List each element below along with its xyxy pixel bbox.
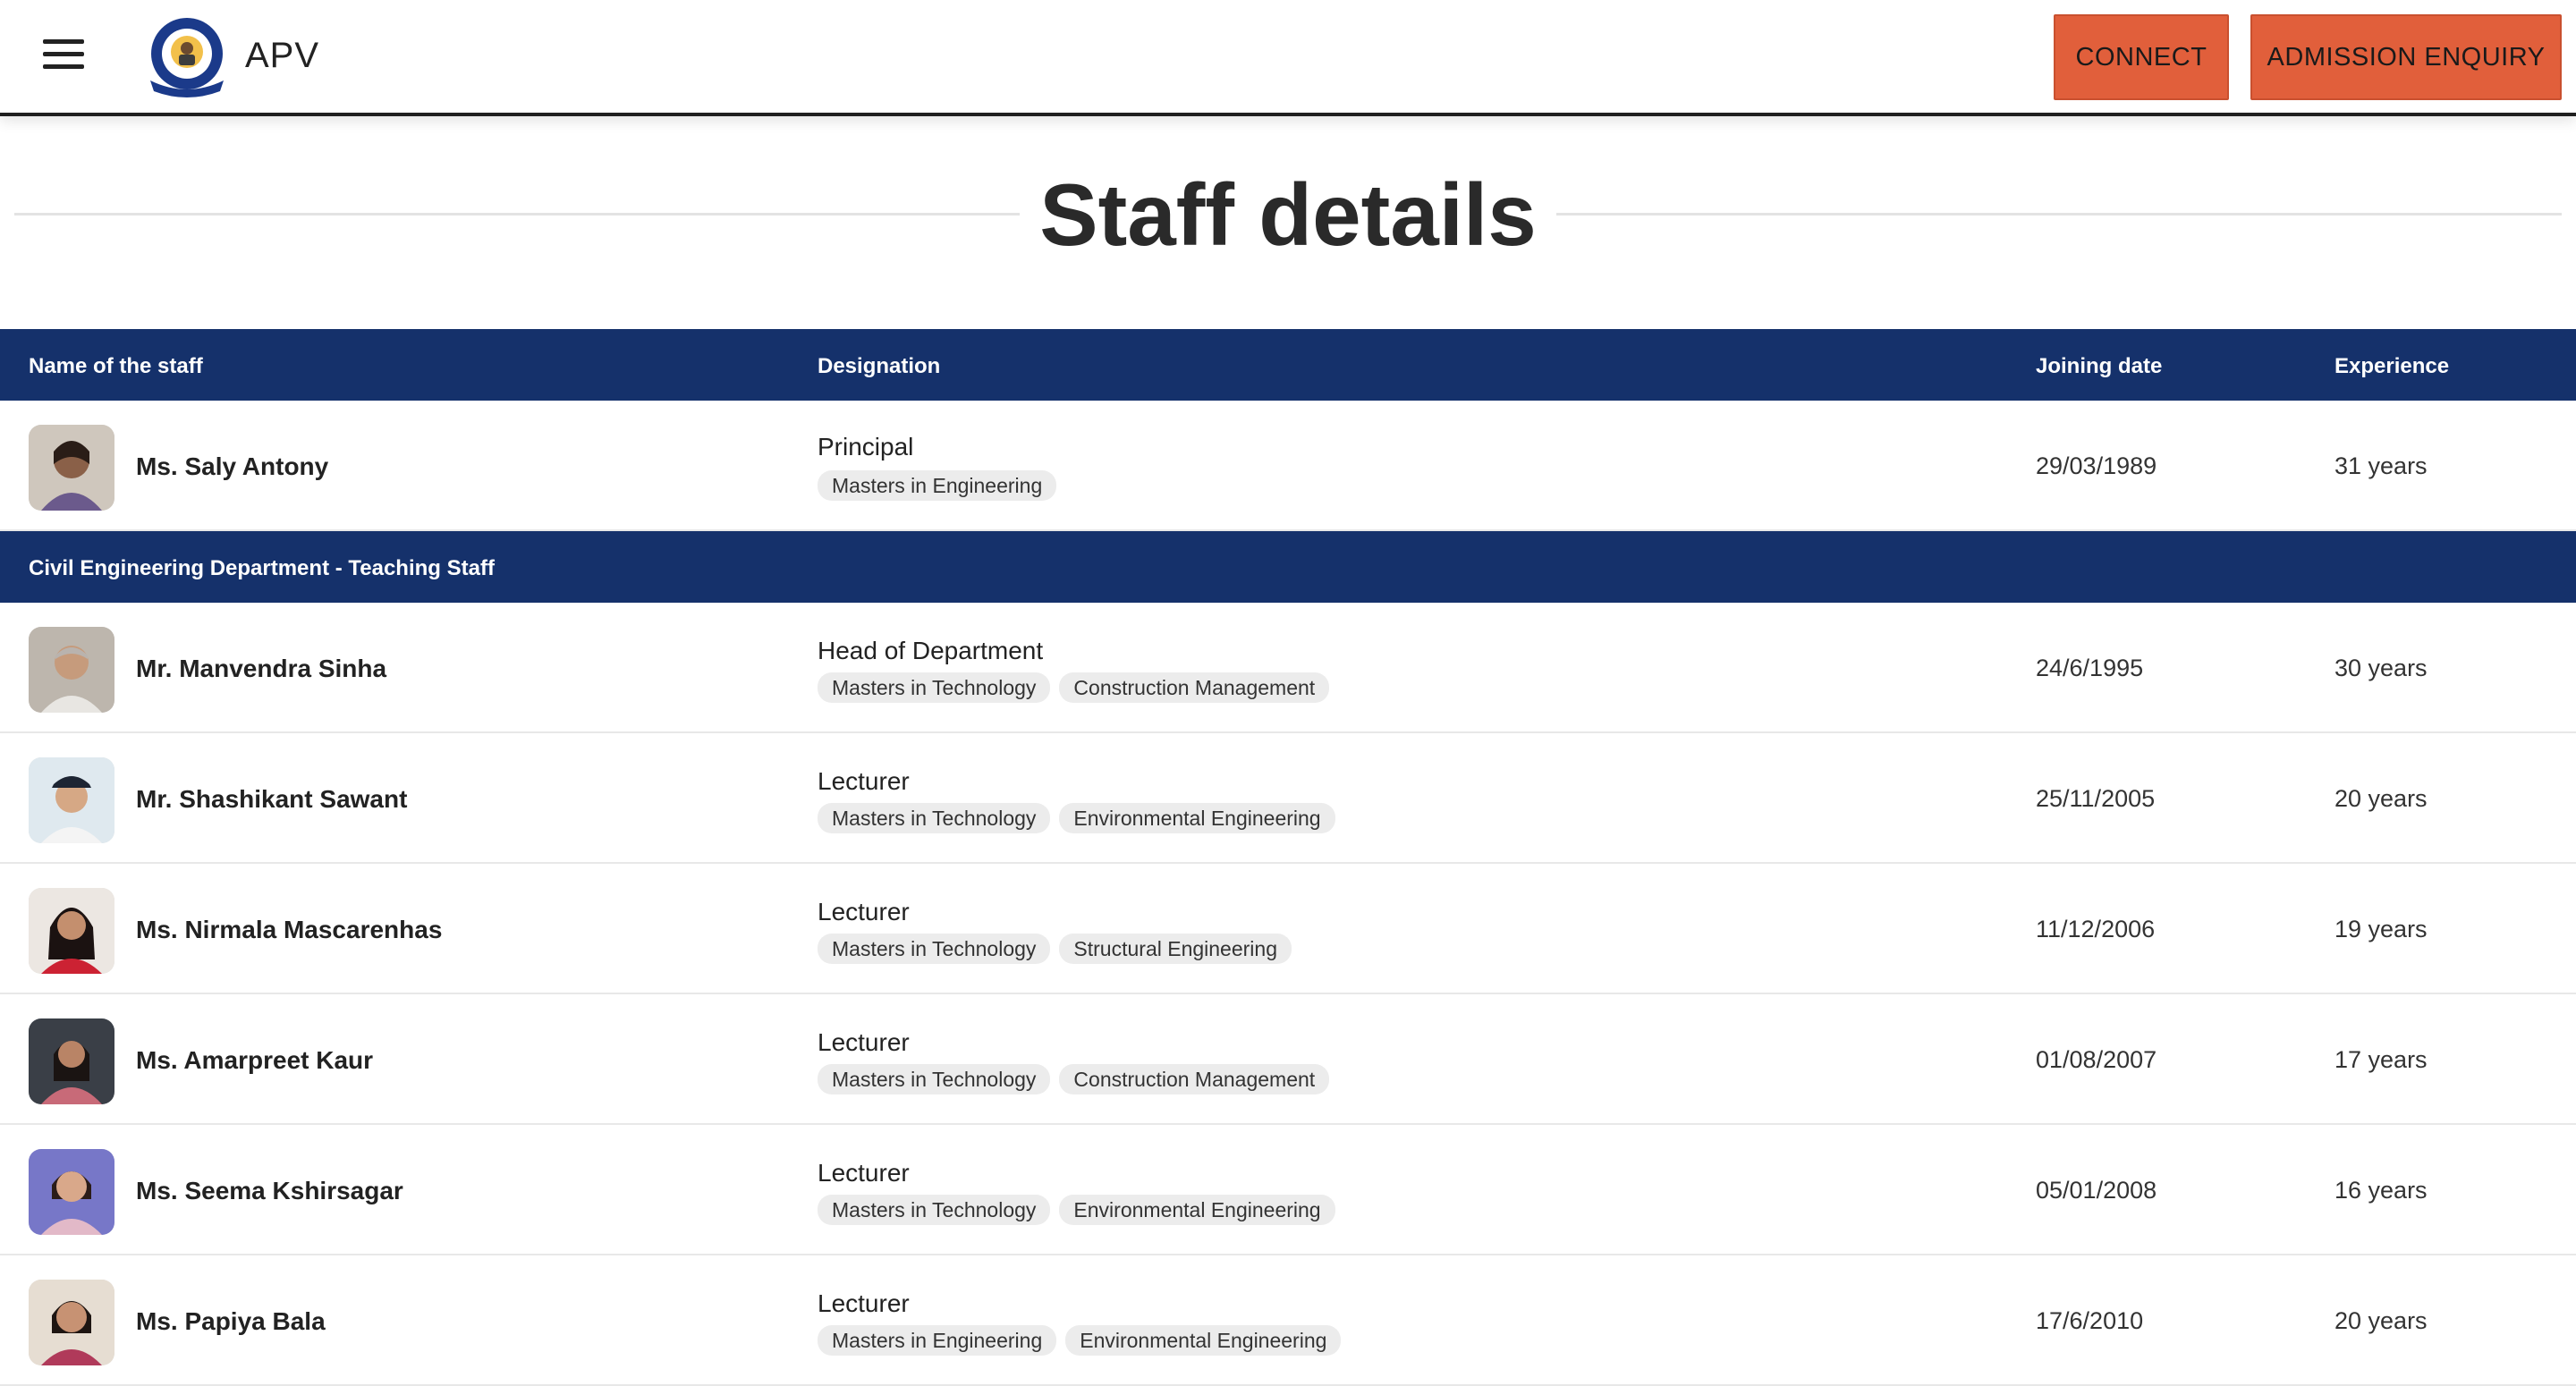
title-divider-left [14,213,1020,216]
experience: 30 years [2334,655,2428,681]
table-row: Ms. Saly Antony Principal Masters in Eng… [0,401,2576,531]
qualification-tags: Masters in Engineering Environmental Eng… [818,1325,1342,1356]
qualification-tag: Masters in Technology [818,934,1051,964]
qualification-tag: Masters in Technology [818,672,1051,703]
table-row: Mr. Manvendra Sinha Head of Department M… [0,603,2576,733]
joining-date: 17/6/2010 [2036,1307,2144,1334]
qualification-tag: Masters in Engineering [818,1325,1057,1356]
staff-designation: Principal [818,433,914,461]
avatar [29,425,114,511]
joining-date: 11/12/2006 [2036,916,2156,942]
staff-designation: Lecturer [818,1159,910,1187]
qualification-tags: Masters in Technology Structural Enginee… [818,934,1292,964]
table-row: Ms. Papiya Bala Lecturer Masters in Engi… [0,1255,2576,1386]
joining-date: 29/03/1989 [2036,452,2157,479]
avatar [29,757,114,843]
experience: 19 years [2334,916,2428,942]
page-title: Staff details [1039,165,1537,264]
staff-name: Ms. Papiya Bala [136,1307,326,1335]
specialization-tag: Construction Management [1059,1064,1330,1094]
staff-designation: Lecturer [818,898,910,925]
department-section-label: Civil Engineering Department - Teaching … [29,556,495,580]
staff-designation: Lecturer [818,1028,910,1056]
staff-name: Mr. Manvendra Sinha [136,655,387,682]
column-header-experience: Experience [2334,354,2450,378]
staff-designation: Lecturer [818,1289,910,1317]
avatar [29,1149,114,1235]
qualification-tags: Masters in Technology Construction Manag… [818,1064,1330,1094]
avatar [29,888,114,974]
experience: 20 years [2334,1307,2428,1334]
column-header-designation: Designation [818,354,941,378]
staff-designation: Lecturer [818,767,910,795]
brand-name[interactable]: APV [245,36,319,76]
admission-enquiry-button[interactable]: ADMISSION ENQUIRY [2250,14,2562,100]
specialization-tag: Environmental Engineering [1059,803,1335,833]
specialization-tag: Construction Management [1059,672,1330,703]
experience: 17 years [2334,1046,2428,1073]
joining-date: 01/08/2007 [2036,1046,2157,1073]
staff-name: Mr. Shashikant Sawant [136,785,408,813]
table-header: Name of the staff Designation Joining da… [0,329,2576,401]
qualification-tags: Masters in Engineering [818,470,1057,501]
staff-name: Ms. Amarpreet Kaur [136,1046,374,1074]
qualification-tags: Masters in Technology Environmental Engi… [818,1195,1335,1225]
department-section-header: Civil Engineering Department - Teaching … [0,531,2576,603]
qualification-tag: Masters in Technology [818,803,1051,833]
qualification-tag: Masters in Engineering [818,470,1057,501]
qualification-tags: Masters in Technology Construction Manag… [818,672,1330,703]
table-row: Ms. Nirmala Mascarenhas Lecturer Masters… [0,864,2576,994]
hamburger-menu-icon[interactable] [43,39,84,70]
specialization-tag: Structural Engineering [1059,934,1292,964]
title-section: Staff details [14,161,2562,268]
staff-designation: Head of Department [818,637,1044,664]
table-row: Ms. Seema Kshirsagar Lecturer Masters in… [0,1125,2576,1255]
experience: 20 years [2334,785,2428,812]
experience: 16 years [2334,1177,2428,1204]
joining-date: 05/01/2008 [2036,1177,2157,1204]
qualification-tag: Masters in Technology [818,1064,1051,1094]
table-row: Ms. Amarpreet Kaur Lecturer Masters in T… [0,994,2576,1125]
specialization-tag: Environmental Engineering [1065,1325,1342,1356]
column-header-joining-date: Joining date [2036,354,2163,378]
qualification-tags: Masters in Technology Environmental Engi… [818,803,1335,833]
experience: 31 years [2334,452,2428,479]
qualification-tag: Masters in Technology [818,1195,1051,1225]
specialization-tag: Environmental Engineering [1059,1195,1335,1225]
table-row: Mr. Shashikant Sawant Lecturer Masters i… [0,733,2576,864]
joining-date: 24/6/1995 [2036,655,2144,681]
avatar [29,1280,114,1365]
staff-name: Ms. Nirmala Mascarenhas [136,916,443,943]
connect-button[interactable]: CONNECT [2054,14,2229,100]
avatar [29,1018,114,1104]
college-logo[interactable] [145,14,229,100]
top-navbar: APV CONNECT ADMISSION ENQUIRY [0,0,2576,116]
avatar [29,627,114,713]
staff-name: Ms. Seema Kshirsagar [136,1177,403,1204]
column-header-name: Name of the staff [29,354,203,378]
staff-name: Ms. Saly Antony [136,452,329,480]
joining-date: 25/11/2005 [2036,785,2156,812]
staff-table: Name of the staff Designation Joining da… [0,329,2576,1386]
title-divider-right [1556,213,2562,216]
